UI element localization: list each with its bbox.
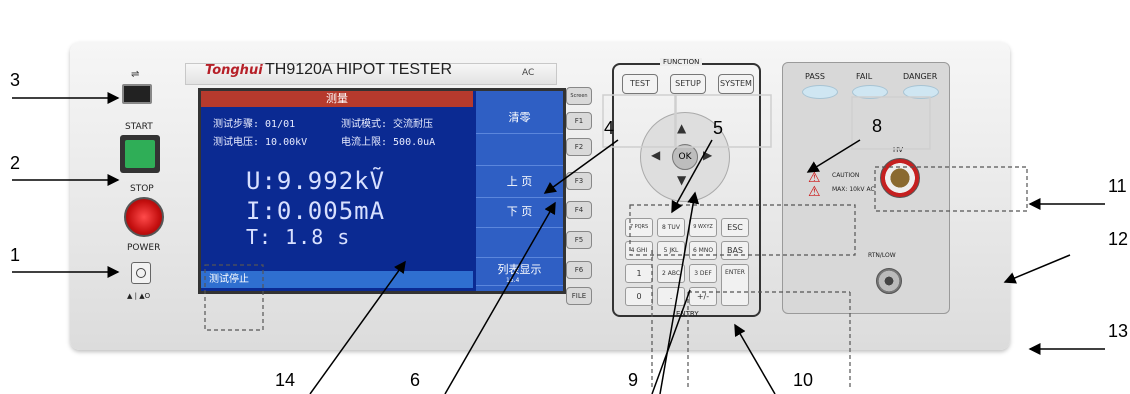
annotation-overlay xyxy=(12,92,1105,394)
callout-13: 13 xyxy=(1108,321,1129,341)
callout-12: 12 xyxy=(1108,229,1129,249)
callout-14: 14 xyxy=(275,370,296,390)
arrow-5 xyxy=(671,139,713,214)
dashed-box-left xyxy=(204,264,264,331)
callout-6: 6 xyxy=(410,370,421,390)
highlight-box-8 xyxy=(851,96,931,150)
arrow-9 xyxy=(659,191,700,394)
callout-3: 3 xyxy=(10,70,21,90)
dashed-box-hv xyxy=(874,166,1028,212)
arrow-6 xyxy=(444,201,556,394)
callout-2: 2 xyxy=(10,153,21,173)
highlight-box-5 xyxy=(675,94,772,148)
arrow-10 xyxy=(734,323,776,394)
arrow-14 xyxy=(309,260,406,394)
callout-9: 9 xyxy=(628,370,639,390)
arrow-4 xyxy=(543,139,619,194)
callout-10: 10 xyxy=(793,370,814,390)
arrow-9-extra xyxy=(651,289,691,394)
arrow-8 xyxy=(806,139,861,173)
dashed-box-keypad xyxy=(629,204,856,256)
arrow-12 xyxy=(1003,254,1071,284)
callout-8: 8 xyxy=(872,116,883,136)
callout-5: 5 xyxy=(713,118,724,138)
callout-4: 4 xyxy=(604,118,615,138)
callout-1: 1 xyxy=(10,245,21,265)
callout-11: 11 xyxy=(1108,176,1127,196)
